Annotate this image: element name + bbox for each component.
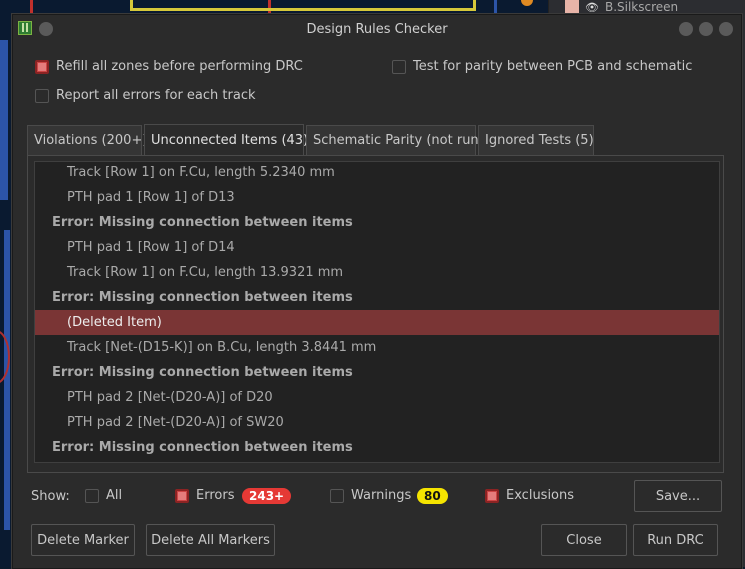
item-row[interactable]: Track [Row 1] on F.Cu, length 13.9321 mm [35, 260, 719, 285]
window-menu-icon[interactable] [39, 22, 53, 36]
error-group-row[interactable]: Error: Missing connection between items [35, 435, 719, 460]
parity-checkbox[interactable] [392, 59, 406, 74]
pcb-trace [494, 0, 497, 14]
tab-unconnected-items[interactable]: Unconnected Items (43) [144, 124, 308, 156]
close-button[interactable]: Close [541, 524, 627, 556]
layer-color-swatch[interactable] [565, 0, 579, 14]
filter-warnings[interactable]: Warnings [330, 488, 411, 503]
title-bar[interactable]: Design Rules Checker [13, 15, 741, 43]
delete-all-markers-button[interactable]: Delete All Markers [146, 524, 275, 556]
filter-errors-checkbox[interactable] [175, 488, 189, 503]
filter-exclusions[interactable]: Exclusions [485, 488, 574, 503]
save-button[interactable]: Save... [634, 480, 722, 512]
unconnected-items-tree[interactable]: Track [Row 1] on F.Cu, length 5.2340 mm P… [34, 161, 720, 463]
filter-all-label: All [106, 488, 123, 503]
parity-label: Test for parity between PCB and schemati… [413, 59, 693, 74]
filter-all[interactable]: All [85, 488, 122, 503]
item-row[interactable]: PTH pad 1 [Row 1] of D14 [35, 235, 719, 260]
pcb-trace [30, 0, 33, 14]
warnings-count-badge: 80 [417, 488, 448, 504]
pcb-trace [4, 230, 10, 530]
delete-marker-button[interactable]: Delete Marker [31, 524, 135, 556]
filter-warnings-checkbox[interactable] [330, 488, 344, 503]
error-group-row[interactable]: Error: Missing connection between items [35, 285, 719, 310]
parity-option[interactable]: Test for parity between PCB and schemati… [392, 59, 692, 74]
filter-exclusions-label: Exclusions [506, 488, 575, 503]
eye-icon[interactable]: 👁 [585, 1, 599, 14]
errors-count-badge: 243+ [242, 488, 292, 504]
refill-zones-checkbox[interactable] [35, 59, 49, 74]
filter-errors[interactable]: Errors [175, 488, 234, 503]
show-label: Show: [31, 489, 70, 504]
filter-all-checkbox[interactable] [85, 488, 99, 503]
tab-pane: Track [Row 1] on F.Cu, length 5.2340 mm P… [27, 155, 724, 473]
filter-warnings-label: Warnings [351, 488, 412, 503]
layer-row[interactable]: 👁 B.Silkscreen [565, 0, 678, 14]
tab-ignored-tests[interactable]: Ignored Tests (5) [478, 125, 594, 155]
minimize-button[interactable] [679, 22, 693, 36]
report-all-label: Report all errors for each track [56, 88, 256, 103]
pcb-marker [521, 0, 533, 6]
item-row[interactable]: PTH pad 2 [Net-(D20-A)] of D20 [35, 385, 719, 410]
error-group-row[interactable]: Error: Missing connection between items [35, 210, 719, 235]
item-row[interactable]: Track [Net-(D15-K)] on B.Cu, length 3.84… [35, 335, 719, 360]
refill-zones-option[interactable]: Refill all zones before performing DRC [35, 59, 303, 74]
refill-zones-label: Refill all zones before performing DRC [56, 59, 303, 74]
layer-label: B.Silkscreen [604, 0, 679, 14]
error-group-row[interactable]: Error: Missing connection between items [35, 360, 719, 385]
item-row[interactable]: Track [Row 1] on F.Cu, length 5.2340 mm [35, 162, 719, 185]
item-row[interactable]: (Deleted Item) [35, 310, 719, 335]
pcb-trace [0, 40, 8, 200]
item-row[interactable]: PTH pad 2 [Net-(D20-A)] of SW20 [35, 410, 719, 435]
tab-schematic-parity[interactable]: Schematic Parity (not run) [306, 125, 484, 155]
kicad-app-icon [18, 21, 32, 35]
report-all-checkbox[interactable] [35, 88, 49, 103]
report-all-option[interactable]: Report all errors for each track [35, 88, 256, 103]
filter-errors-label: Errors [196, 488, 235, 503]
maximize-button[interactable] [699, 22, 713, 36]
tab-violations[interactable]: Violations (200+) [27, 125, 147, 155]
drc-dialog: Design Rules Checker Refill all zones be… [12, 14, 742, 569]
close-window-button[interactable] [719, 22, 733, 36]
item-row[interactable]: PTH pad 1 [Row 1] of D13 [35, 185, 719, 210]
dialog-title: Design Rules Checker [306, 21, 448, 37]
pcb-outline [130, 0, 476, 11]
filter-exclusions-checkbox[interactable] [485, 488, 499, 503]
run-drc-button[interactable]: Run DRC [633, 524, 718, 556]
